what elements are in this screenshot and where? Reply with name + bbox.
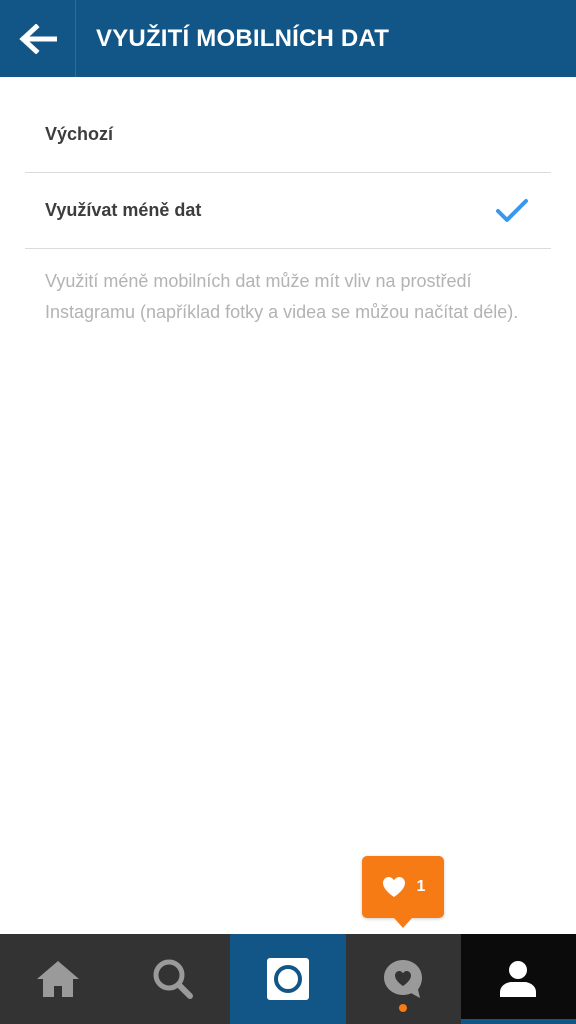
back-button[interactable]: [0, 0, 76, 77]
option-label: Využívat méně dat: [45, 200, 202, 220]
tab-home[interactable]: [0, 934, 116, 1024]
camera-icon: [267, 958, 309, 1000]
tab-profile[interactable]: [460, 934, 576, 1024]
arrow-left-icon: [18, 23, 57, 54]
app-header: VYUŽITÍ MOBILNÍCH DAT: [0, 0, 576, 77]
activity-indicator-dot: [399, 1004, 408, 1012]
option-use-less-data[interactable]: Využívat méně dat: [25, 173, 551, 249]
activity-icon: [384, 960, 423, 998]
option-default[interactable]: Výchozí: [25, 97, 551, 173]
option-label: Výchozí: [45, 124, 114, 144]
page-title: VYUŽITÍ MOBILNÍCH DAT: [96, 24, 390, 52]
notification-count: 1: [416, 878, 426, 895]
tab-search[interactable]: [115, 934, 231, 1024]
home-icon: [36, 961, 79, 997]
profile-icon: [500, 961, 537, 997]
info-note: Využití méně mobilních dat může mít vliv…: [45, 271, 519, 322]
tab-camera[interactable]: [230, 934, 346, 1024]
checkmark-icon: [496, 198, 528, 222]
activity-notification-bubble[interactable]: 1: [362, 856, 444, 928]
bottom-tab-bar: [0, 934, 576, 1024]
tab-activity[interactable]: [345, 934, 461, 1024]
search-icon: [153, 959, 193, 999]
data-usage-options: Výchozí Využívat méně dat: [25, 97, 551, 249]
heart-icon: [382, 877, 405, 897]
